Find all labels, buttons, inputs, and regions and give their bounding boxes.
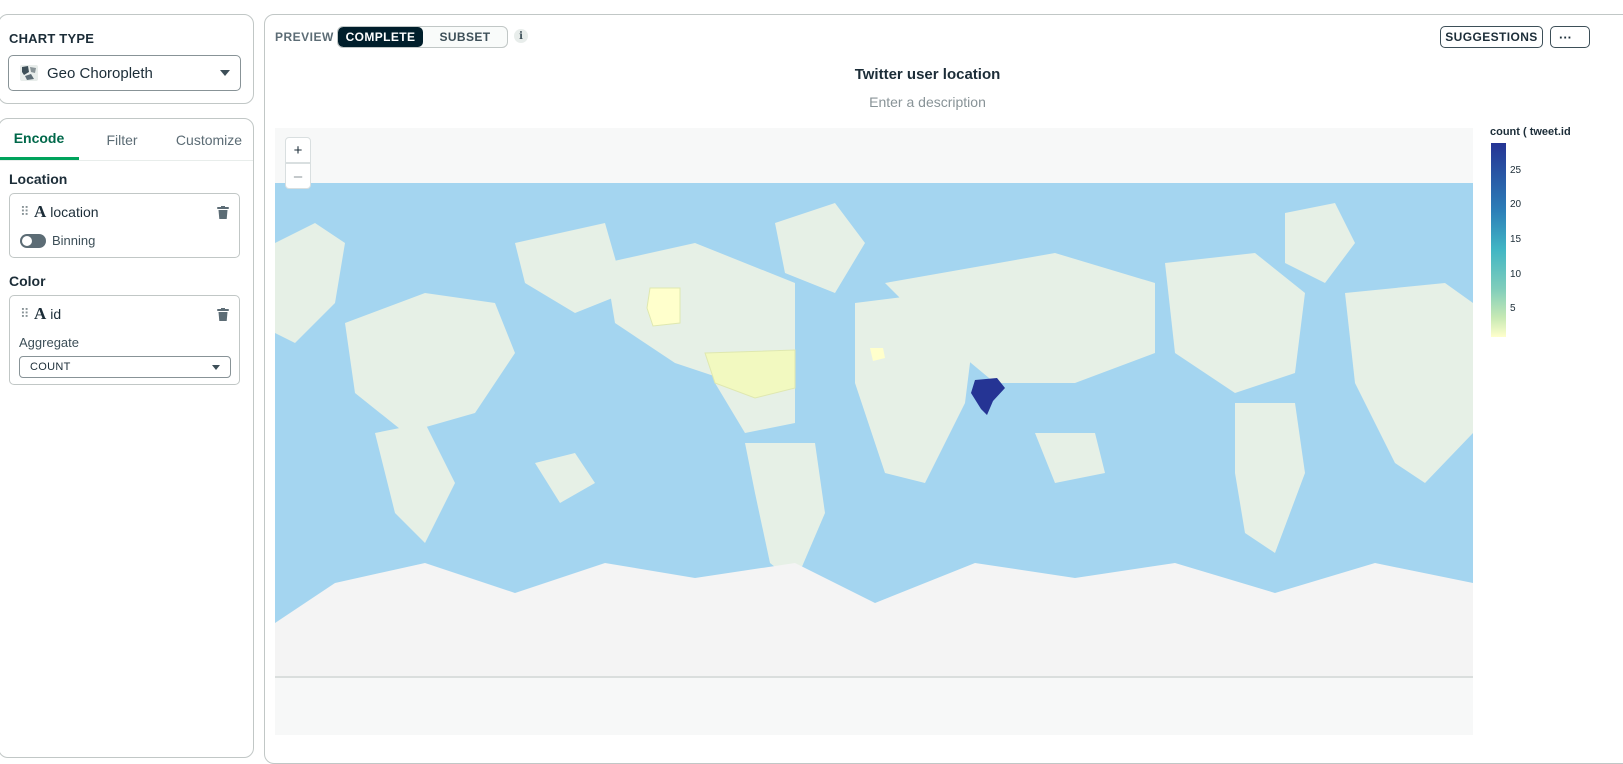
legend-tick: 15: [1510, 234, 1522, 245]
info-icon[interactable]: i: [514, 29, 528, 43]
legend-color-scale: [1491, 143, 1506, 337]
map-canvas[interactable]: + –: [275, 128, 1473, 735]
trash-icon[interactable]: [217, 308, 229, 321]
legend-title: count ( tweet.id: [1490, 126, 1571, 138]
binning-row: Binning: [20, 233, 95, 248]
chart-type-panel: CHART TYPE Geo Choropleth: [0, 14, 254, 104]
location-field-name: location: [50, 204, 99, 220]
zoom-in-button[interactable]: +: [285, 137, 311, 163]
color-field-name: id: [50, 306, 62, 322]
location-field-card: ⠿ A location Binning: [9, 193, 240, 258]
location-title: Location: [9, 171, 68, 187]
legend-tick: 10: [1510, 269, 1522, 280]
chevron-down-icon: [212, 364, 220, 370]
aggregate-value: COUNT: [30, 361, 71, 373]
complete-button[interactable]: COMPLETE: [338, 27, 423, 47]
sample-mode-toggle: COMPLETE SUBSET: [337, 26, 508, 48]
binning-toggle[interactable]: [20, 233, 46, 248]
suggestions-button[interactable]: SUGGESTIONS: [1440, 26, 1543, 48]
legend-tick: 25: [1510, 165, 1522, 176]
chart-type-title: CHART TYPE: [9, 31, 95, 46]
more-options-button[interactable]: ···: [1550, 26, 1590, 48]
aggregate-label: Aggregate: [19, 335, 79, 350]
color-title: Color: [9, 273, 46, 289]
chart-description-input[interactable]: Enter a description: [265, 94, 1590, 110]
chart-type-value: Geo Choropleth: [47, 64, 153, 82]
encoding-panel: Encode Filter Customize Location ⠿ A loc…: [0, 118, 254, 758]
preview-panel: PREVIEW COMPLETE SUBSET i SUGGESTIONS ··…: [264, 14, 1623, 764]
config-tabs: Encode Filter Customize: [0, 119, 253, 161]
geo-choropleth-icon: [20, 65, 38, 81]
chevron-down-icon: [220, 70, 230, 76]
color-field-row: ⠿ A id: [20, 304, 61, 324]
chart-type-select[interactable]: Geo Choropleth: [8, 55, 241, 91]
string-type-icon: A: [34, 202, 47, 221]
trash-icon[interactable]: [217, 206, 229, 219]
aggregate-row: Aggregate: [19, 335, 79, 350]
drag-handle-icon[interactable]: ⠿: [20, 306, 30, 322]
world-map[interactable]: [275, 183, 1473, 678]
chart-title[interactable]: Twitter user location: [265, 66, 1590, 83]
color-field-card: ⠿ A id Aggregate COUNT: [9, 295, 240, 385]
aggregate-select[interactable]: COUNT: [19, 356, 231, 378]
subset-button[interactable]: SUBSET: [423, 27, 507, 47]
tab-filter[interactable]: Filter: [79, 119, 165, 160]
string-type-icon: A: [34, 304, 47, 323]
drag-handle-icon[interactable]: ⠿: [20, 204, 30, 220]
binning-label: Binning: [52, 233, 96, 248]
zoom-out-button[interactable]: –: [285, 163, 311, 189]
tab-customize[interactable]: Customize: [165, 119, 253, 160]
location-field-row: ⠿ A location: [20, 202, 99, 222]
region-alaska[interactable]: [646, 287, 681, 327]
legend-tick: 20: [1510, 199, 1522, 210]
tab-encode[interactable]: Encode: [0, 119, 79, 160]
legend-tick: 5: [1510, 303, 1516, 314]
preview-label: PREVIEW: [275, 30, 334, 44]
